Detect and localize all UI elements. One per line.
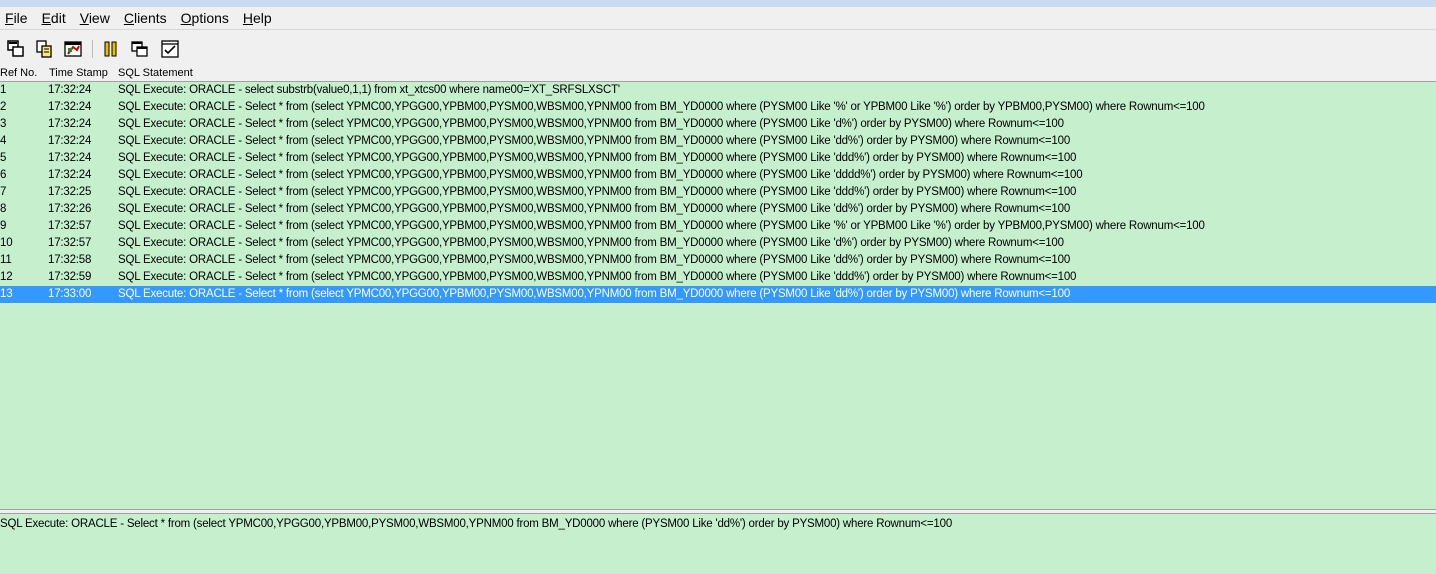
sql-statement-cell: SQL Execute: ORACLE - Select * from (sel… [118,220,1205,232]
sql-statement-cell: SQL Execute: ORACLE - Select * from (sel… [118,118,1064,130]
table-row[interactable]: 8 17:32:26 SQL Execute: ORACLE - Select * … [0,201,1436,218]
pause-button[interactable] [101,39,121,59]
table-row[interactable]: 10 17:32:57 SQL Execute: ORACLE - Select *… [0,235,1436,252]
table-row[interactable]: 6 17:32:24 SQL Execute: ORACLE - Select * … [0,167,1436,184]
table-row[interactable]: 11 17:32:58 SQL Execute: ORACLE - Select *… [0,252,1436,269]
time-stamp-cell: 17:32:59 [48,271,92,283]
windows-button[interactable] [130,39,150,59]
ref-no-cell: 1 [0,84,7,96]
table-row[interactable]: 9 17:32:57 SQL Execute: ORACLE - Select * … [0,218,1436,235]
ref-no-cell: 7 [0,186,7,198]
time-stamp-cell: 17:33:00 [48,288,92,300]
column-header-ref-no[interactable]: Ref No. [0,65,37,81]
toolbar [0,29,1436,66]
menu-help[interactable]: Help [243,8,272,28]
table-row[interactable]: 5 17:32:24 SQL Execute: ORACLE - Select * … [0,150,1436,167]
time-stamp-cell: 17:32:24 [48,101,92,113]
time-stamp-cell: 17:32:24 [48,169,92,181]
sql-statement-cell: SQL Execute: ORACLE - Select * from (sel… [118,101,1205,113]
ref-no-cell: 11 [0,254,12,266]
menu-clients[interactable]: Clients [124,8,167,28]
windows-icon [131,41,148,57]
ref-no-cell: 2 [0,101,7,113]
checklist-button[interactable] [160,39,180,59]
time-stamp-cell: 17:32:25 [48,186,92,198]
sql-detail-text: SQL Execute: ORACLE - Select * from (sel… [0,518,953,530]
ref-no-cell: 9 [0,220,7,232]
sql-statement-cell: SQL Execute: ORACLE - Select * from (sel… [118,152,1077,164]
time-stamp-cell: 17:32:24 [48,84,92,96]
table-row[interactable]: 2 17:32:24 SQL Execute: ORACLE - Select * … [0,99,1436,116]
table-row[interactable]: 3 17:32:24 SQL Execute: ORACLE - Select * … [0,116,1436,133]
ref-no-cell: 8 [0,203,7,215]
sql-statement-cell: SQL Execute: ORACLE - Select * from (sel… [118,237,1064,249]
toolbar-separator [92,40,93,58]
time-stamp-cell: 17:32:24 [48,118,92,130]
menu-file[interactable]: File [5,8,28,28]
time-stamp-cell: 17:32:57 [48,220,92,232]
ref-no-cell: 12 [0,271,13,283]
clear-log-icon [64,41,82,57]
menu-view[interactable]: View [80,8,110,28]
table-row[interactable]: 7 17:32:25 SQL Execute: ORACLE - Select * … [0,184,1436,201]
ref-no-cell: 4 [0,135,7,147]
ref-no-cell: 6 [0,169,7,181]
sql-statement-cell: SQL Execute: ORACLE - Select * from (sel… [118,169,1083,181]
ref-no-cell: 13 [0,288,13,300]
table-row[interactable]: 1 17:32:24 SQL Execute: ORACLE - select su… [0,82,1436,99]
sql-detail-pane[interactable]: SQL Execute: ORACLE - Select * from (sel… [0,514,1436,574]
table-row[interactable]: 12 17:32:59 SQL Execute: ORACLE - Select *… [0,269,1436,286]
ref-no-cell: 10 [0,237,13,249]
time-stamp-cell: 17:32:58 [48,254,92,266]
clear-log-button[interactable] [63,39,83,59]
menu-edit[interactable]: Edit [42,8,66,28]
menu-options[interactable]: Options [181,8,229,28]
time-stamp-cell: 17:32:57 [48,237,92,249]
time-stamp-cell: 17:32:24 [48,135,92,147]
ref-no-cell: 3 [0,118,7,130]
time-stamp-cell: 17:32:24 [48,152,92,164]
table-row[interactable]: 4 17:32:24 SQL Execute: ORACLE - Select * … [0,133,1436,150]
copy-to-clipboard-icon [7,40,24,57]
menu-bar: File Edit View Clients Options Help [0,7,1436,28]
column-header: Ref No. Time Stamp SQL Statement [0,65,1436,82]
sql-statement-cell: SQL Execute: ORACLE - select substrb(val… [118,84,620,96]
ref-no-cell: 5 [0,152,7,164]
sql-statement-cell: SQL Execute: ORACLE - Select * from (sel… [118,254,1071,266]
table-row-selected[interactable]: 13 17:33:00 SQL Execute: ORACLE - Select *… [0,286,1436,303]
copy-icon [36,40,52,58]
sql-statement-cell: SQL Execute: ORACLE - Select * from (sel… [118,186,1077,198]
column-header-time-stamp[interactable]: Time Stamp [49,65,108,81]
column-header-sql-statement[interactable]: SQL Statement [118,65,193,81]
copy-button[interactable] [34,39,54,59]
sql-statement-cell: SQL Execute: ORACLE - Select * from (sel… [118,271,1077,283]
sql-log-list[interactable]: 1 17:32:24 SQL Execute: ORACLE - select su… [0,82,1436,509]
checklist-icon [161,40,179,58]
sql-statement-cell: SQL Execute: ORACLE - Select * from (sel… [118,203,1071,215]
sql-statement-cell: SQL Execute: ORACLE - Select * from (sel… [118,135,1071,147]
pause-icon [104,41,117,57]
copy-to-clipboard-button[interactable] [6,39,26,59]
time-stamp-cell: 17:32:26 [48,203,92,215]
sql-statement-cell: SQL Execute: ORACLE - Select * from (sel… [118,288,1071,300]
title-bar-edge [0,0,1436,7]
